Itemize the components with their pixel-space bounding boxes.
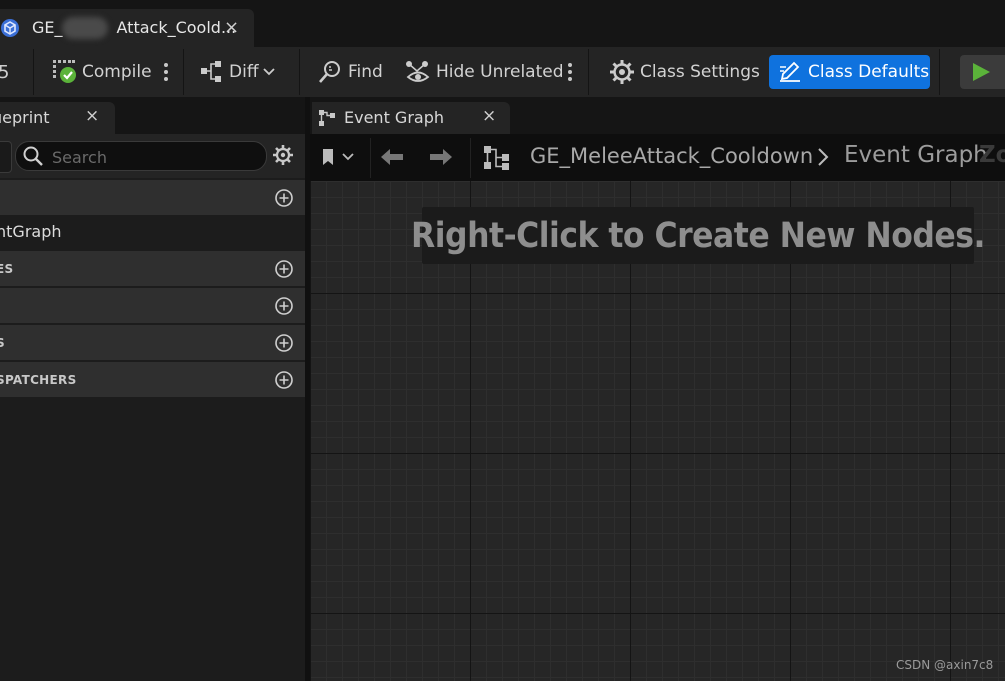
- compile-options-menu[interactable]: [164, 63, 168, 81]
- search-input[interactable]: [50, 145, 254, 169]
- forward-button[interactable]: [427, 142, 455, 172]
- category-variables[interactable]: S: [0, 325, 305, 360]
- toolbar-separator: [33, 49, 34, 95]
- nav-separator: [370, 138, 371, 178]
- breadcrumb-chevron-icon: [818, 148, 829, 166]
- my-blueprint-tab-label: ueprint: [0, 108, 50, 127]
- empty-graph-hint-text: Right-Click to Create New Nodes.: [411, 215, 985, 256]
- category-macros[interactable]: [0, 288, 305, 323]
- breadcrumb-blueprint[interactable]: GE_MeleeAttack_Cooldown: [530, 144, 813, 168]
- event-graph-item[interactable]: ntGraph: [0, 215, 305, 250]
- play-button[interactable]: [960, 55, 1005, 89]
- add-function-icon[interactable]: [274, 259, 294, 279]
- blueprint-graph-icon: [484, 146, 509, 170]
- class-defaults-label: Class Defaults: [808, 62, 930, 82]
- category-functions[interactable]: ES: [0, 251, 305, 286]
- document-tab[interactable]: GE_ Attack_Coold... ×: [0, 9, 254, 47]
- arrow-right-icon: [430, 149, 452, 165]
- add-graph-icon[interactable]: [274, 188, 294, 208]
- hide-unrelated-button[interactable]: Hide Unrelated: [405, 47, 564, 97]
- empty-graph-hint: Right-Click to Create New Nodes.: [411, 207, 985, 264]
- compile-success-icon: [53, 60, 76, 83]
- chevron-down-icon: [262, 68, 275, 76]
- find-button[interactable]: Find: [317, 47, 383, 97]
- toolbar-separator: [588, 49, 589, 95]
- graph-icon: [319, 110, 335, 126]
- my-blueprint-tab[interactable]: ueprint ×: [0, 102, 115, 134]
- bookmark-icon: [323, 149, 333, 165]
- toolbar-separator: [183, 49, 184, 95]
- history-button[interactable]: 5: [0, 47, 9, 97]
- watermark: CSDN @axin7c8: [896, 658, 994, 672]
- toolbar-separator: [299, 49, 300, 95]
- history-icon: 5: [0, 61, 10, 83]
- event-graph-tab[interactable]: Event Graph ×: [312, 102, 510, 134]
- add-event-dispatcher-icon[interactable]: [274, 370, 294, 390]
- compile-button[interactable]: Compile: [52, 47, 152, 97]
- class-settings-button[interactable]: Class Settings: [609, 47, 760, 97]
- search-icon: [23, 146, 43, 166]
- diff-label: Diff: [229, 62, 259, 82]
- find-icon: [319, 61, 340, 83]
- panel-settings-gear-icon[interactable]: [272, 144, 294, 166]
- arrow-left-icon: [381, 149, 403, 165]
- category-event-dispatchers[interactable]: SPATCHERS: [0, 362, 305, 397]
- diff-button[interactable]: Diff: [199, 47, 276, 97]
- diff-icon: [201, 61, 221, 82]
- graph-tab-strip: Event Graph ×: [310, 97, 1005, 134]
- toolbar-separator: [939, 49, 940, 95]
- play-icon: [973, 63, 990, 81]
- hide-unrelated-options-menu[interactable]: [568, 63, 572, 81]
- compile-label: Compile: [82, 62, 152, 82]
- add-button[interactable]: [0, 141, 12, 173]
- search-box[interactable]: [15, 141, 267, 171]
- my-blueprint-panel: ueprint × ntGraph ES: [0, 97, 305, 681]
- breadcrumb-graph[interactable]: Event Graph: [844, 142, 988, 168]
- find-label: Find: [348, 62, 383, 82]
- redacted-blur: [62, 17, 108, 39]
- document-tab-bar: GE_ Attack_Coold... ×: [0, 0, 1005, 47]
- event-graph-tab-label: Event Graph: [344, 108, 444, 127]
- close-my-blueprint-tab-button[interactable]: ×: [85, 106, 99, 126]
- back-button[interactable]: [378, 142, 406, 172]
- zoom-label: Zo: [979, 142, 1005, 168]
- panel-tab-strip: ueprint ×: [0, 97, 305, 134]
- close-event-graph-tab-button[interactable]: ×: [482, 106, 496, 126]
- nav-separator: [470, 138, 471, 178]
- graph-canvas[interactable]: Right-Click to Create New Nodes.: [310, 181, 1005, 681]
- class-defaults-button[interactable]: Class Defaults: [769, 55, 930, 89]
- class-settings-label: Class Settings: [640, 62, 760, 82]
- add-macro-icon[interactable]: [274, 296, 294, 316]
- hide-unrelated-icon: [406, 61, 430, 82]
- bookmark-button[interactable]: [316, 142, 360, 172]
- category-graphs[interactable]: [0, 180, 305, 215]
- gear-icon: [610, 60, 634, 84]
- close-document-tab-button[interactable]: ×: [224, 17, 239, 38]
- edit-defaults-icon: [780, 61, 800, 82]
- chevron-down-icon: [342, 153, 354, 161]
- add-variable-icon[interactable]: [274, 333, 294, 353]
- graph-breadcrumb-bar: GE_MeleeAttack_Cooldown Event Graph Zo: [310, 134, 1005, 181]
- blueprint-asset-icon: [1, 19, 19, 37]
- search-row: [0, 134, 305, 178]
- main-toolbar: 5 Compile Diff Find Hide Unrelated Class…: [0, 47, 1005, 97]
- hide-unrelated-label: Hide Unrelated: [436, 62, 564, 82]
